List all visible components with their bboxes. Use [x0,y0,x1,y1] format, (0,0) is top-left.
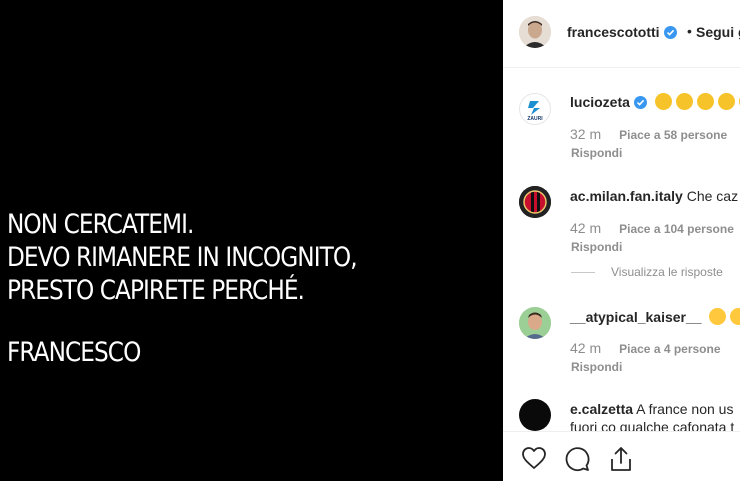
emoji-group [709,308,740,325]
comment-icon[interactable] [564,446,590,477]
reply-button[interactable]: Rispondi [571,146,622,160]
post-text-line: PRESTO CAPIRETE PERCHÉ. [7,275,305,306]
comment-body: A france non us [636,401,734,417]
post-text-line: DEVO RIMANERE IN INCOGNITO, [7,242,358,273]
avatar[interactable] [519,307,551,339]
comment-username[interactable]: __atypical_kaiser__ [570,309,702,325]
heart-eyes-emoji-icon [730,308,740,325]
comment-meta: 42 m Piace a 4 persone [570,340,721,356]
follow-button[interactable]: Segui g [696,24,740,40]
heart-eyes-emoji-icon [709,308,727,325]
emoji-group [654,93,740,110]
post-author-username-text[interactable]: francescototti [567,24,660,40]
post-signature: FRANCESCO [7,337,141,368]
comment-username[interactable]: ac.milan.fan.italy [570,188,683,204]
comment-text: __atypical_kaiser__ [570,308,740,325]
avatar[interactable] [519,16,551,48]
view-replies-label[interactable]: Visualizza le risposte [611,265,723,279]
post-text-line: NON CERCATEMI. [7,209,194,240]
comment-username[interactable]: e.calzetta [570,401,633,417]
avatar[interactable] [519,186,551,218]
verified-icon [663,26,677,39]
comment-time: 42 m [570,340,602,356]
comment-likes[interactable]: Piace a 104 persone [619,222,734,236]
post-sidebar: francescototti • Segui g ZAURI luciozeta… [503,0,740,481]
post-caption-image-text: NON CERCATEMI. DEVO RIMANERE IN INCOGNIT… [7,208,358,369]
laughing-emoji-icon [654,93,672,110]
laughing-emoji-icon [675,93,693,110]
comment-text: e.calzetta A france non us [570,401,733,417]
comment-time: 42 m [570,220,602,236]
separator-dot: • [687,23,692,39]
post-header: francescototti • Segui g [503,0,740,68]
post-image: NON CERCATEMI. DEVO RIMANERE IN INCOGNIT… [0,0,503,481]
view-replies-button[interactable]: Visualizza le risposte [571,265,723,279]
comment-meta: 32 m Piace a 58 persone [570,126,727,142]
comment-likes[interactable]: Piace a 58 persone [619,128,727,142]
comment-text: luciozeta [570,93,740,110]
comment-likes[interactable]: Piace a 4 persone [619,342,720,356]
reply-button[interactable]: Rispondi [571,360,622,374]
reply-button[interactable]: Rispondi [571,240,622,254]
comment-username[interactable]: luciozeta [570,94,630,110]
avatar[interactable] [519,399,551,431]
action-bar [503,431,740,481]
comment-body: Che caz [686,188,739,204]
avatar[interactable]: ZAURI [519,93,551,125]
comment-text: ac.milan.fan.italy Che caz [570,188,738,204]
laughing-emoji-icon [696,93,714,110]
avatar-logo-text: ZAURI [527,116,543,122]
comment-time: 32 m [570,126,602,142]
divider [571,272,595,274]
heart-icon[interactable] [521,446,547,475]
post-author-username[interactable]: francescototti [567,24,677,40]
share-icon[interactable] [609,446,633,477]
comments-list[interactable]: ZAURI luciozeta 32 m Piace a 58 persone R… [503,68,740,431]
comment-body-continued: fuori co qualche cafonata t [570,419,735,431]
verified-icon [633,96,647,109]
laughing-emoji-icon [717,93,735,110]
comment-meta: 42 m Piace a 104 persone [570,220,734,236]
